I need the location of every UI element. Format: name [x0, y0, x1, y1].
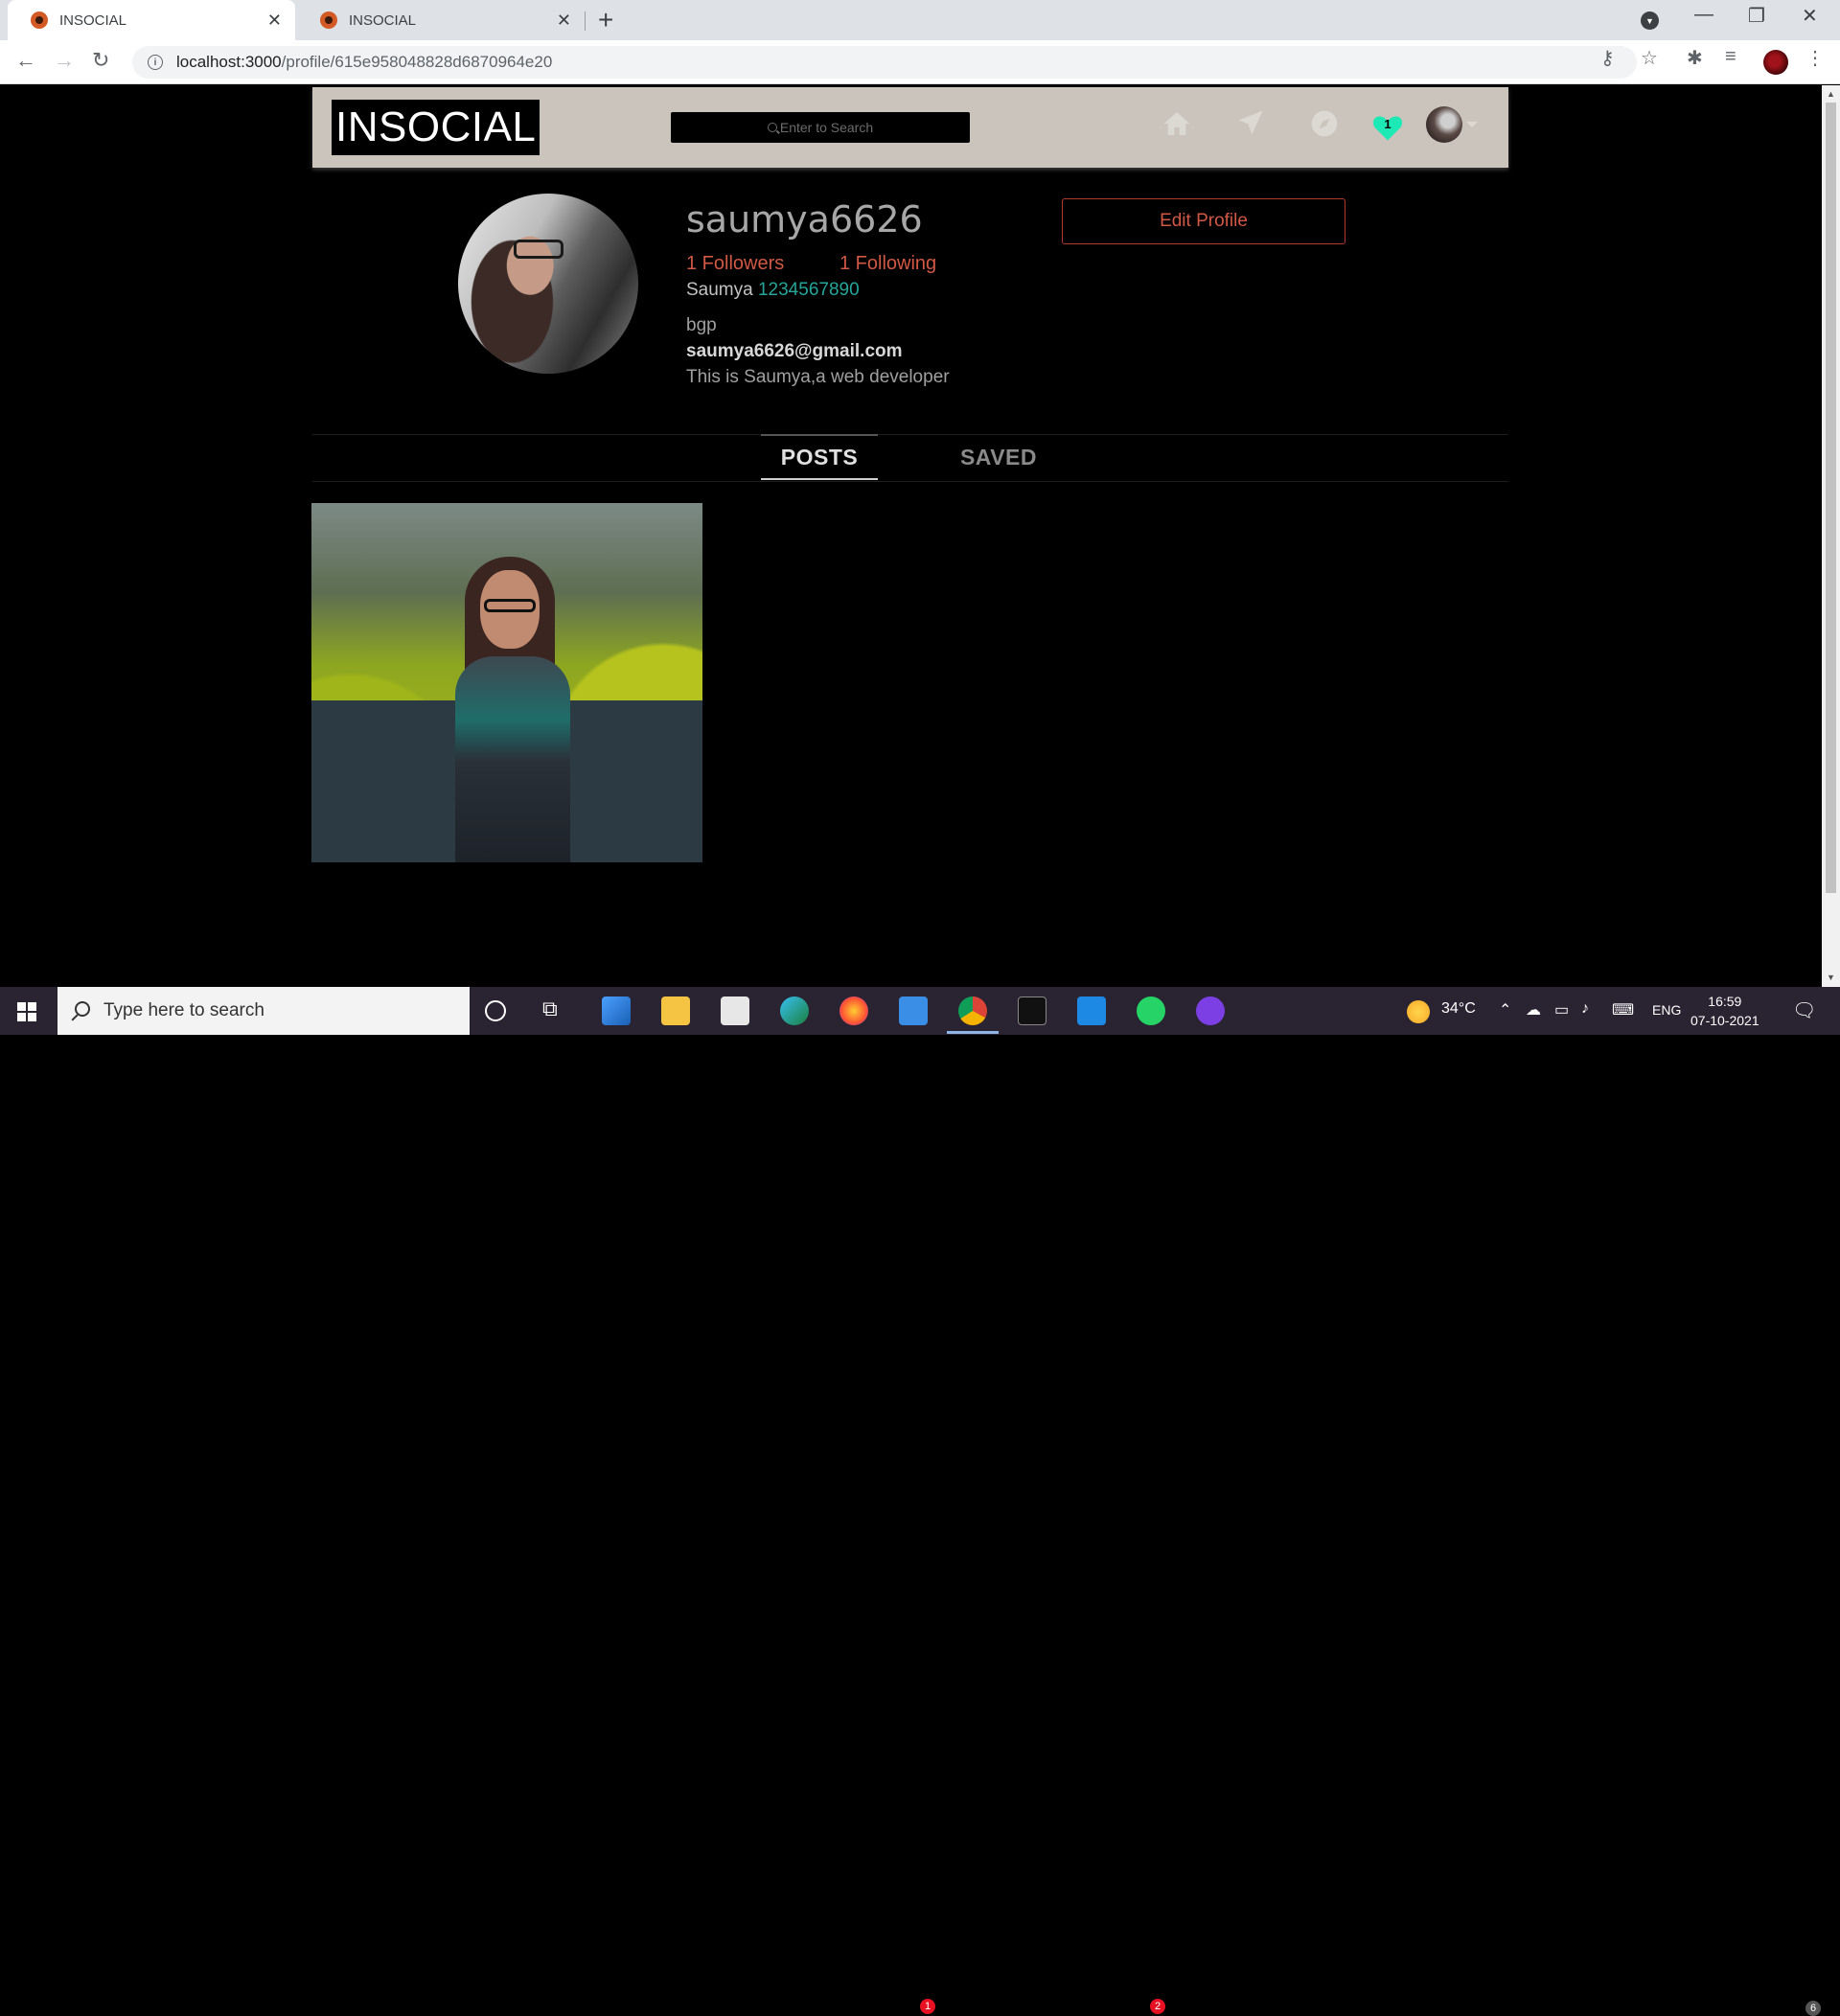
tab-title: INSOCIAL — [59, 11, 127, 29]
clock-time: 16:59 — [1708, 994, 1742, 1009]
scroll-down-icon[interactable]: ▼ — [1827, 973, 1835, 982]
taskbar-search-placeholder: Type here to search — [104, 1000, 264, 1020]
notifications-heart-icon[interactable]: 1 — [1370, 110, 1405, 145]
weather-temp[interactable]: 34°C — [1441, 1000, 1476, 1018]
profile-avatar — [458, 194, 638, 374]
tab-search-icon[interactable]: ▼ — [1641, 11, 1659, 30]
media-control-icon[interactable]: ≡ — [1725, 46, 1736, 68]
search-placeholder: Enter to Search — [779, 120, 874, 135]
post-thumbnail[interactable] — [311, 503, 702, 862]
name-phone-line: Saumya 1234567890 — [686, 280, 860, 301]
tab-title: INSOCIAL — [349, 11, 417, 29]
key-icon[interactable]: ⚷ — [1600, 46, 1615, 70]
browser-tab[interactable]: INSOCIAL ✕ — [297, 0, 585, 40]
clock-date: 07-10-2021 — [1690, 1013, 1760, 1028]
github-desktop-icon[interactable] — [1196, 997, 1225, 1025]
mail-icon[interactable] — [899, 997, 928, 1025]
vscode-icon[interactable] — [1077, 997, 1106, 1025]
url-host: localhost:3000 — [176, 53, 282, 71]
tab-separator — [585, 11, 586, 31]
scroll-up-icon[interactable]: ▲ — [1827, 89, 1835, 99]
volume-icon[interactable]: ♪ — [1581, 1000, 1589, 1018]
chrome-menu-icon[interactable]: ⋮ — [1806, 46, 1825, 70]
browser-tab-strip: INSOCIAL ✕ INSOCIAL ✕ + ▼ — ❐ ✕ — [0, 0, 1840, 40]
tab-posts[interactable]: POSTS — [761, 434, 878, 480]
browser-tab-active[interactable]: INSOCIAL ✕ — [8, 0, 295, 40]
address-toolbar: ← → ↻ i localhost:3000/profile/615e95804… — [0, 40, 1840, 84]
minimize-icon[interactable]: — — [1694, 4, 1714, 26]
weather-icon[interactable] — [1407, 1000, 1430, 1023]
chevron-up-icon[interactable]: ⌃ — [1499, 1000, 1511, 1019]
search-input[interactable]: Enter to Search — [671, 112, 970, 143]
page-scrollbar[interactable]: ▲ ▼ — [1822, 85, 1840, 987]
profile-username: saumya6626 — [686, 198, 923, 241]
app-navbar: INSOCIAL Enter to Search 1 — [312, 87, 1508, 168]
followers-link[interactable]: 1 Followers — [686, 253, 784, 275]
windows-start-icon[interactable] — [17, 1002, 36, 1021]
whatsapp-icon[interactable] — [1137, 997, 1165, 1025]
task-view-icon[interactable]: ⧉ — [542, 997, 571, 1025]
close-tab-icon[interactable]: ✕ — [557, 11, 571, 31]
bookmark-star-icon[interactable]: ☆ — [1641, 46, 1658, 70]
home-icon[interactable] — [1162, 108, 1192, 149]
divider — [312, 481, 1508, 482]
battery-icon[interactable]: ▭ — [1554, 1000, 1569, 1019]
url-bar[interactable]: i localhost:3000/profile/615e958048828d6… — [132, 46, 1637, 79]
profile-bio: This is Saumya,a web developer — [686, 367, 950, 387]
system-clock[interactable]: 16:59 07-10-2021 — [1690, 992, 1760, 1030]
taskbar-app-icon[interactable] — [602, 997, 631, 1025]
scrollbar-thumb[interactable] — [1826, 103, 1836, 893]
chrome-icon[interactable] — [958, 997, 987, 1025]
action-center-icon[interactable]: 🗨 — [1792, 998, 1816, 1022]
mail-badge: 1 — [920, 1999, 935, 2014]
chevron-down-icon[interactable] — [1466, 122, 1478, 127]
nav-avatar[interactable] — [1426, 106, 1462, 143]
explore-icon[interactable] — [1309, 108, 1340, 149]
extensions-icon[interactable]: ✱ — [1687, 46, 1703, 70]
store-icon[interactable] — [721, 997, 749, 1025]
tab-saved[interactable]: SAVED — [932, 434, 1066, 480]
profile-city: bgp — [686, 315, 717, 335]
search-icon — [767, 123, 777, 132]
windows-taskbar: Type here to search ⧉ 1 2 34°C ⌃ ☁ ▭ ♪ ⌨… — [0, 987, 1840, 2016]
edge-icon[interactable] — [780, 997, 809, 1025]
cortana-icon[interactable] — [485, 1000, 506, 1021]
whatsapp-badge: 2 — [1150, 1999, 1165, 2014]
reload-icon[interactable]: ↻ — [92, 48, 109, 73]
taskbar-search-input[interactable]: Type here to search — [58, 987, 470, 1035]
forward-icon[interactable]: → — [54, 48, 75, 73]
profile-phone: 1234567890 — [757, 280, 860, 300]
back-icon[interactable]: ← — [15, 48, 36, 73]
close-window-icon[interactable]: ✕ — [1802, 4, 1818, 28]
send-icon[interactable] — [1236, 108, 1265, 148]
search-icon — [75, 1001, 90, 1017]
divider — [312, 434, 1508, 435]
notifications-badge: 6 — [1806, 2001, 1821, 2016]
chrome-profile-avatar[interactable] — [1763, 50, 1788, 75]
language-indicator[interactable]: ENG — [1652, 1002, 1681, 1018]
brand-logo[interactable]: INSOCIAL — [332, 100, 540, 155]
site-info-icon[interactable]: i — [148, 55, 163, 70]
profile-email: saumya6626@gmail.com — [686, 341, 903, 361]
profile-name: Saumya — [686, 280, 753, 300]
keyboard-icon[interactable]: ⌨ — [1612, 1000, 1634, 1019]
close-tab-icon[interactable]: ✕ — [267, 11, 282, 31]
favicon-icon — [31, 11, 48, 29]
following-link[interactable]: 1 Following — [840, 253, 936, 275]
new-tab-icon[interactable]: + — [598, 6, 613, 34]
terminal-icon[interactable] — [1018, 997, 1046, 1025]
file-explorer-icon[interactable] — [661, 997, 690, 1025]
restore-icon[interactable]: ❐ — [1748, 4, 1765, 28]
favicon-icon — [320, 11, 337, 29]
firefox-icon[interactable] — [840, 997, 868, 1025]
url-path: /profile/615e958048828d6870964e20 — [281, 53, 553, 71]
onedrive-icon[interactable]: ☁ — [1526, 1000, 1541, 1019]
notification-count: 1 — [1384, 117, 1392, 131]
page-viewport: INSOCIAL Enter to Search 1 saumya6626 1 … — [0, 85, 1822, 987]
edit-profile-button[interactable]: Edit Profile — [1062, 198, 1346, 244]
active-app-indicator — [947, 1031, 999, 1034]
